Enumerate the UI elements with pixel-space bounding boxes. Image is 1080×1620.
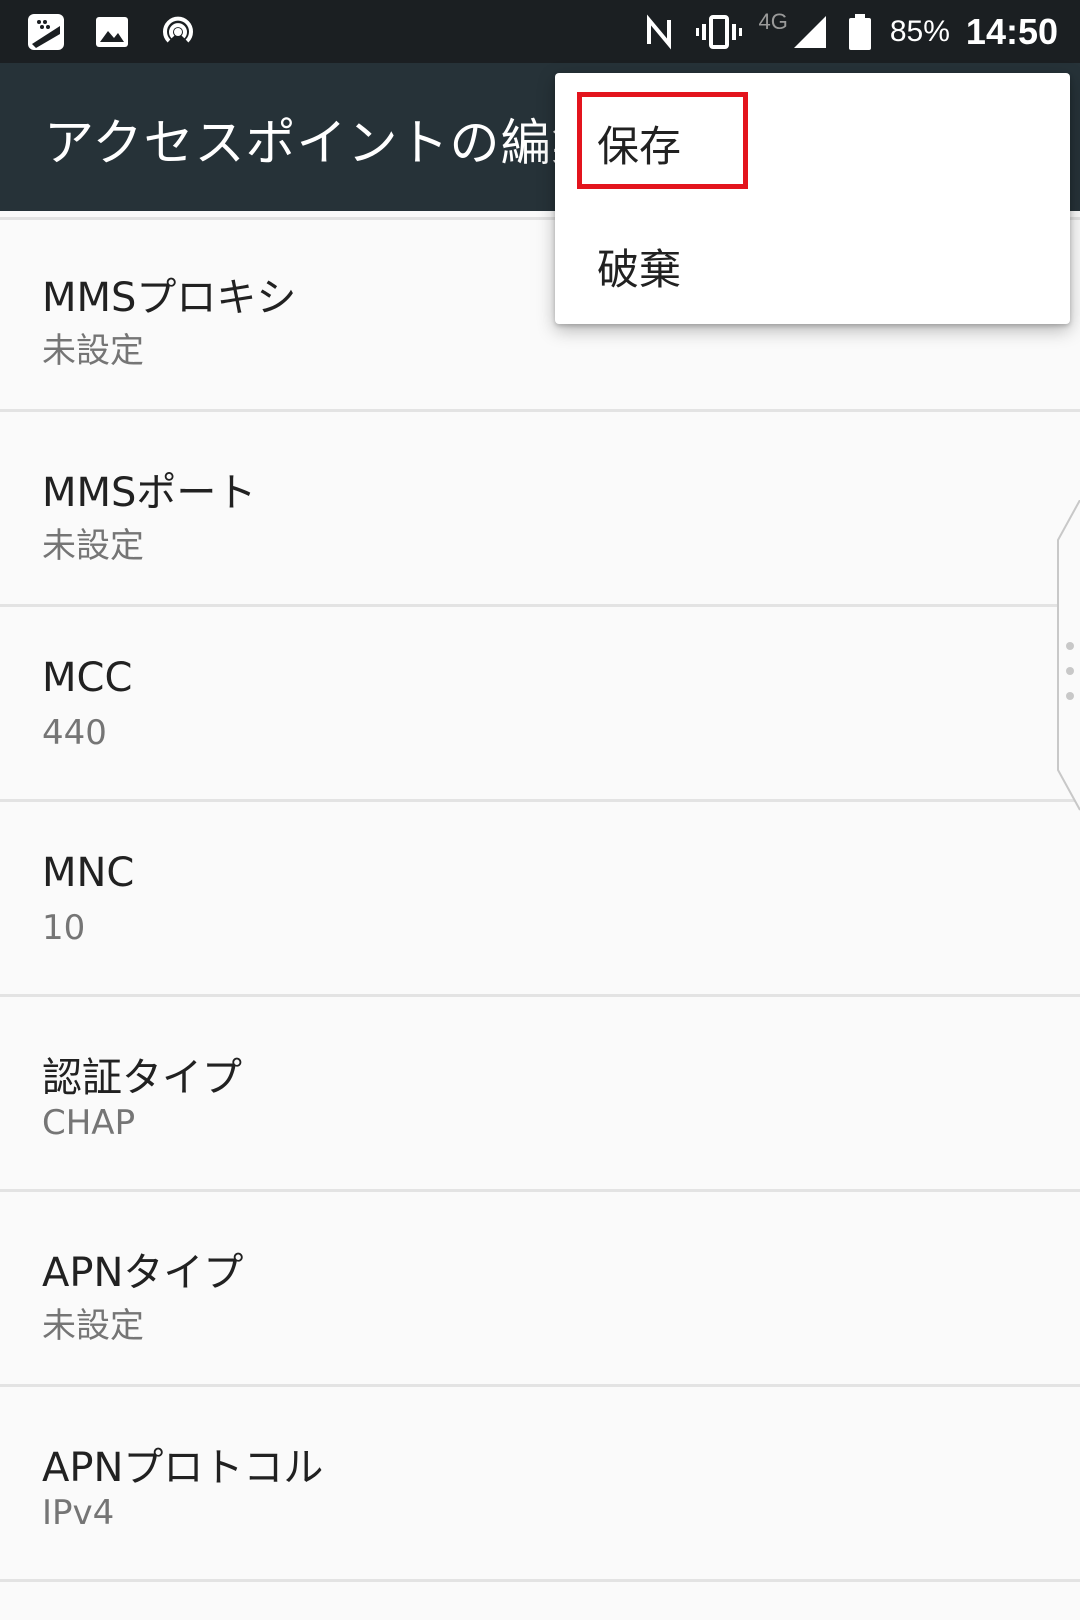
signal-icon	[793, 15, 826, 48]
settings-list: MMSプロキシ 未設定 MMSポート 未設定 MCC 440 MNC 10 認証…	[0, 217, 1080, 1582]
setting-title: APNタイプ	[42, 1250, 244, 1296]
setting-title: APNプロトコル	[42, 1445, 324, 1491]
setting-auth-type[interactable]: 認証タイプ CHAP	[0, 997, 1080, 1192]
image-icon	[96, 17, 128, 47]
setting-value: CHAP	[42, 1103, 136, 1143]
setting-value: 未設定	[42, 331, 144, 371]
network-type-label: 4G	[758, 8, 788, 34]
setting-mcc[interactable]: MCC 440	[0, 607, 1080, 802]
setting-title: MNC	[42, 850, 135, 896]
status-bar: 4G 85% 14:50	[0, 0, 1080, 63]
setting-apn-protocol[interactable]: APNプロトコル IPv4	[0, 1387, 1080, 1582]
vibrate-icon	[695, 14, 742, 49]
hotspot-icon	[163, 16, 193, 43]
setting-apn-type[interactable]: APNタイプ 未設定	[0, 1192, 1080, 1387]
blackberry-icon	[28, 14, 64, 50]
setting-mnc[interactable]: MNC 10	[0, 802, 1080, 997]
nfc-icon	[646, 13, 671, 50]
setting-value: 440	[42, 713, 107, 753]
battery-percent: 85%	[889, 14, 950, 48]
setting-value: IPv4	[42, 1493, 115, 1533]
save-highlight-box	[577, 92, 748, 189]
page-title: アクセスポイントの編集	[44, 114, 603, 172]
setting-value: 未設定	[42, 1306, 144, 1346]
setting-value: 10	[42, 908, 86, 948]
setting-title: MMSポート	[42, 470, 257, 516]
setting-title: 認証タイプ	[42, 1055, 242, 1101]
setting-mms-port[interactable]: MMSポート 未設定	[0, 412, 1080, 607]
setting-value: 未設定	[42, 526, 144, 566]
status-bar-right: 4G 85% 14:50	[639, 0, 1058, 63]
edge-panel-handle[interactable]	[1056, 500, 1080, 840]
menu-item-discard[interactable]: 破棄	[597, 236, 681, 297]
battery-icon	[848, 13, 871, 50]
clock: 14:50	[965, 10, 1058, 52]
setting-title: MCC	[42, 655, 133, 701]
status-bar-left	[26, 12, 198, 52]
setting-title: MMSプロキシ	[42, 275, 297, 321]
